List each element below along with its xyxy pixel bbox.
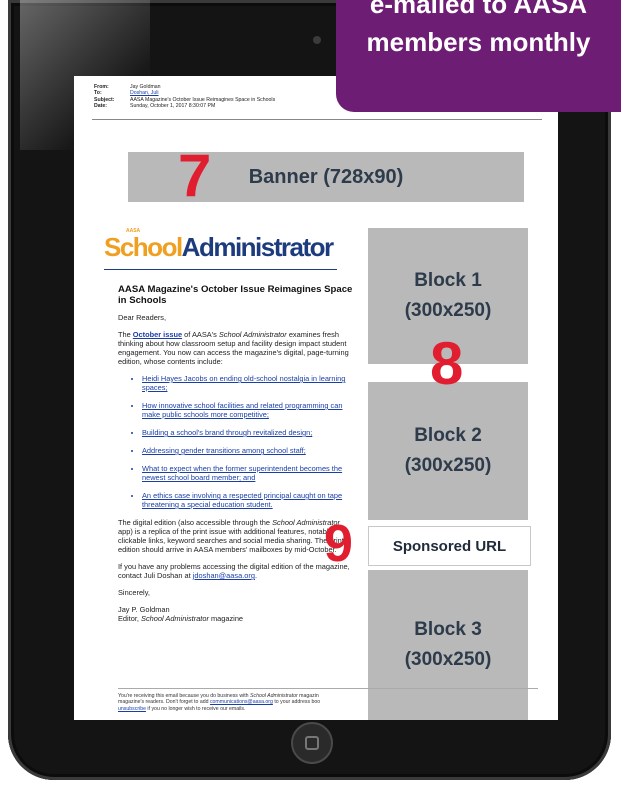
signature-name: Jay P. Goldman [118, 605, 170, 614]
email-link[interactable]: jdoshan@aasa.org [193, 571, 255, 580]
block1-label: Block 1 [414, 270, 482, 291]
marker-8: 8 [430, 330, 464, 397]
email-header: From: Jay Goldman To: Doshan, Juli Subject… [94, 84, 275, 110]
marker-9: 9 [324, 515, 353, 573]
footer-line-3: unsubscribe if you no longer wish to rec… [118, 705, 246, 712]
block2-ad-slot[interactable]: Block 2 (300x250) [368, 382, 528, 520]
october-issue-link[interactable]: October issue [133, 330, 182, 339]
camera-icon [313, 36, 321, 44]
block2-size: (300x250) [404, 455, 492, 476]
monthly-email-callout: e-mailed to AASA members monthly [336, 0, 621, 112]
list-item[interactable]: Heidi Hayes Jacobs on ending old-school … [142, 374, 354, 392]
block3-size: (300x250) [404, 649, 492, 670]
logo-divider [104, 269, 337, 270]
signoff: Sincerely, [118, 588, 150, 597]
block3-label: Block 3 [414, 619, 482, 640]
callout-line-2: members monthly [366, 27, 591, 57]
home-button[interactable] [291, 722, 333, 764]
block2-label: Block 2 [414, 425, 482, 446]
list-item[interactable]: How innovative school facilities and rel… [142, 401, 354, 419]
email-screen: From: Jay Goldman To: Doshan, Juli Subject… [74, 76, 558, 720]
signature-title: Editor, School Administrator magazine [118, 614, 244, 623]
problems-paragraph: If you have any problems accessing the d… [118, 562, 350, 580]
banner-label: Banner (728x90) [248, 165, 404, 188]
contents-list: Heidi Hayes Jacobs on ending old-school … [118, 374, 354, 509]
list-item[interactable]: Addressing gender transitions among scho… [142, 446, 354, 455]
sponsored-label: Sponsored URL [392, 537, 507, 555]
article-body: AASA Magazine's October Issue Reimagines… [118, 284, 354, 623]
school-administrator-logo: SchoolAdministrator [104, 232, 334, 262]
home-square-icon [305, 736, 319, 750]
article-headline: AASA Magazine's October Issue Reimagines… [118, 284, 353, 306]
sponsored-url-slot[interactable]: Sponsored URL [368, 526, 531, 566]
intro-paragraph: The October issue of AASA's School Admin… [118, 330, 349, 366]
date-label: Date: [94, 103, 107, 110]
greeting: Dear Readers, [118, 313, 167, 322]
list-item[interactable]: What to expect when the former superinte… [142, 464, 354, 482]
signature: Jay P. Goldman Editor, School Administra… [118, 605, 354, 623]
unsubscribe-link[interactable]: unsubscribe [118, 706, 146, 712]
tablet-frame: From: Jay Goldman To: Doshan, Juli Subject… [8, 0, 611, 780]
digital-edition-paragraph: The digital edition (also accessible thr… [118, 518, 344, 554]
date-value: Sunday, October 1, 2017 8:30:07 PM [130, 103, 216, 110]
callout-line-1: e-mailed to AASA [369, 0, 588, 19]
marker-7: 7 [178, 142, 212, 209]
list-item[interactable]: Building a school's brand through revita… [142, 428, 354, 437]
email-footer: You're receiving this email because you … [118, 688, 538, 712]
list-item[interactable]: An ethics case involving a respected pri… [142, 491, 354, 509]
communications-email-link[interactable]: communications@aasa.org [210, 699, 273, 705]
block1-size: (300x250) [404, 300, 492, 321]
header-divider [92, 119, 542, 120]
